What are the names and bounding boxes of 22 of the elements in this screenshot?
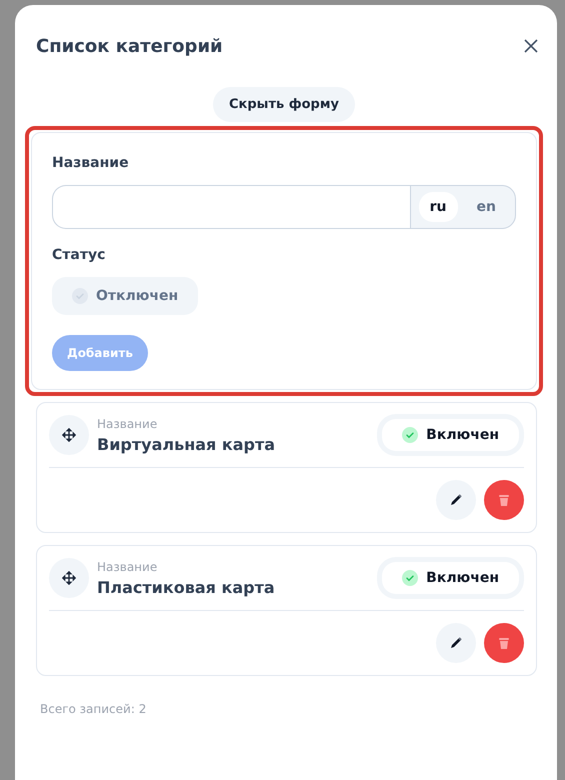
language-tab[interactable]: ru (418, 192, 458, 222)
field-caption: Название (97, 416, 158, 430)
category-name: Виртуальная карта (97, 434, 276, 454)
record-count: Всего записей: 2 (40, 702, 148, 716)
status-toggle[interactable]: Включен (382, 562, 519, 594)
move-icon[interactable] (49, 415, 89, 455)
pencil-icon[interactable] (436, 480, 476, 520)
status-toggle[interactable]: Включен (382, 419, 519, 451)
trash-icon[interactable] (484, 623, 524, 663)
pencil-icon[interactable] (436, 623, 476, 663)
dialog-title: Список категорий (36, 36, 223, 56)
category-name: Пластиковая карта (97, 578, 276, 596)
language-tab[interactable]: en (466, 192, 507, 222)
name-field[interactable] (52, 185, 410, 229)
field-label: Статус (52, 247, 106, 263)
close-icon[interactable] (523, 38, 539, 54)
field-label: Название (52, 155, 130, 171)
hide-form-button[interactable]: Скрыть форму (213, 87, 355, 122)
status-toggle[interactable]: Отключен (52, 277, 198, 315)
trash-icon[interactable] (484, 480, 524, 520)
move-icon[interactable] (49, 558, 89, 598)
field-caption: Название (97, 560, 158, 574)
